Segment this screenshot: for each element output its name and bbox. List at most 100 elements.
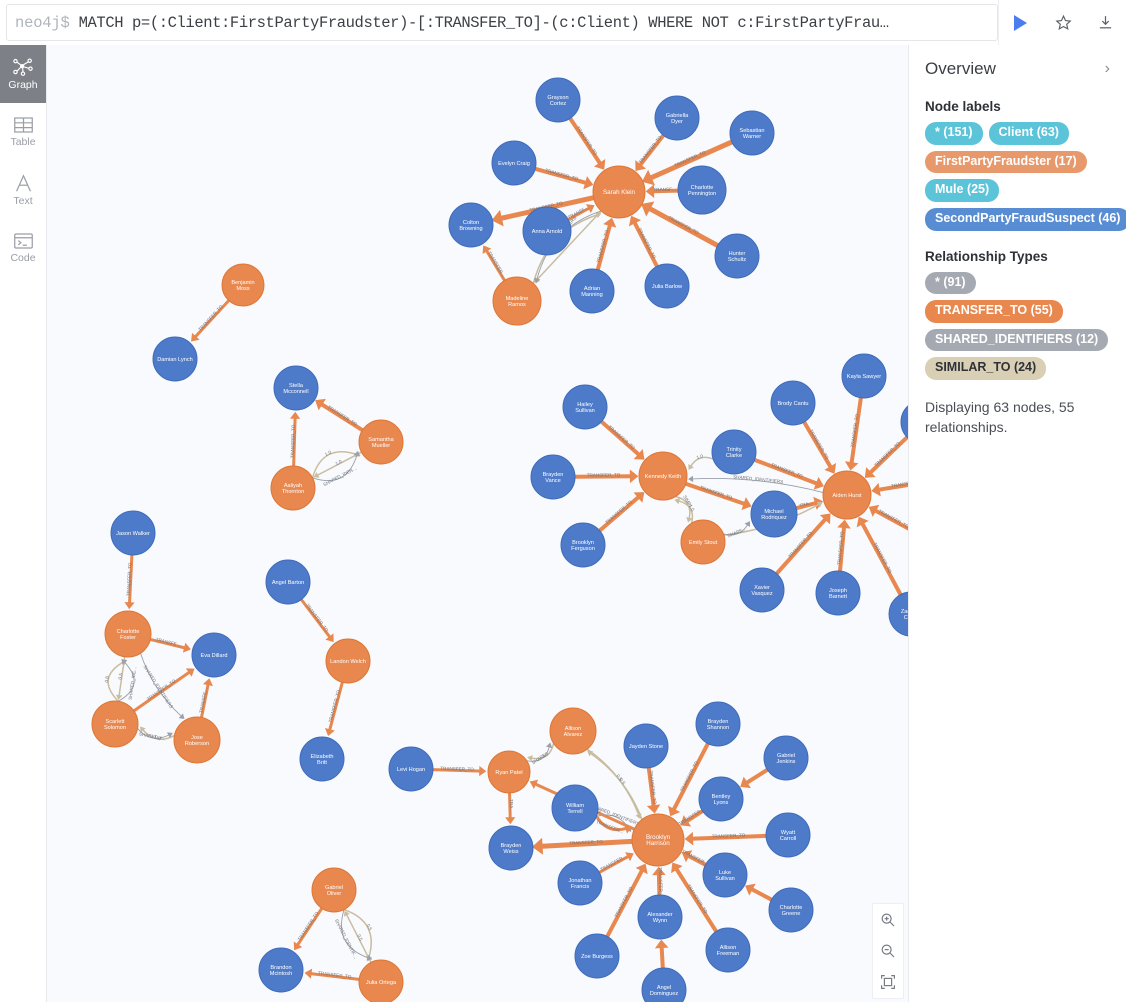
graph-node[interactable]: AdrianManning bbox=[569, 268, 615, 314]
graph-node-label: Ryan Patel bbox=[495, 770, 522, 776]
rel-type-pill-1[interactable]: TRANSFER_TO (55) bbox=[925, 300, 1063, 323]
graph-node[interactable]: AaliyahThornton bbox=[270, 465, 316, 511]
graph-node[interactable]: GabrielJenkins bbox=[763, 735, 809, 781]
download-button[interactable] bbox=[1084, 0, 1126, 45]
graph-node[interactable]: BrandonMcintosh bbox=[258, 947, 304, 993]
graph-node[interactable]: ScarlettSolomon bbox=[91, 700, 139, 748]
edge-label: TRA… bbox=[509, 799, 514, 813]
node-label-pill-3[interactable]: Mule (25) bbox=[925, 179, 1000, 202]
graph-node[interactable]: ElizabethBritt bbox=[299, 736, 345, 782]
rel-type-pill-2[interactable]: SHARED_IDENTIFIERS (12) bbox=[925, 328, 1109, 352]
graph-node-label: Manning bbox=[581, 292, 602, 298]
edge-label: 0.8 bbox=[104, 675, 110, 682]
graph-node[interactable]: Anna Arnold bbox=[522, 206, 572, 256]
graph-node[interactable]: BraydenVance bbox=[530, 454, 576, 500]
zoom-out-button[interactable] bbox=[873, 935, 903, 966]
graph-node[interactable]: Julia Ortega bbox=[358, 959, 404, 1002]
graph-node[interactable]: CharlotteFoster bbox=[104, 610, 152, 658]
rel-type-pill-0[interactable]: * (91) bbox=[925, 271, 976, 295]
graph-node[interactable]: Kayla Sawyer bbox=[841, 353, 887, 399]
graph-node[interactable]: XavierVasquez bbox=[739, 567, 785, 613]
node-label-pill-1[interactable]: Client (63) bbox=[988, 122, 1069, 145]
graph-node[interactable]: Eva Dillard bbox=[191, 632, 237, 678]
graph-edge[interactable] bbox=[744, 768, 769, 786]
node-label-pill-4[interactable]: SecondPartyFraudSuspect (46) bbox=[925, 207, 1126, 231]
graph-edge[interactable] bbox=[689, 456, 714, 468]
graph-node[interactable]: Ryan Patel bbox=[487, 750, 531, 794]
graph-node-label: Julia Barlow bbox=[652, 284, 683, 290]
graph-node[interactable]: GabriellaDyer bbox=[654, 95, 700, 141]
graph-node-label: Sullivan bbox=[575, 408, 595, 414]
node-label-pill-0[interactable]: * (151) bbox=[925, 122, 983, 145]
graph-node[interactable]: ColtonBrowning bbox=[448, 202, 494, 248]
graph-node[interactable]: JosephBarnett bbox=[815, 570, 861, 616]
graph-node[interactable]: Angel Barton bbox=[265, 559, 311, 605]
zoom-in-button[interactable] bbox=[873, 904, 903, 935]
graph-node[interactable]: Jason Walker bbox=[110, 510, 156, 556]
graph-node[interactable]: WyattCarroll bbox=[765, 812, 811, 858]
graph-node[interactable]: BrooklynFerguson bbox=[560, 522, 606, 568]
fit-to-screen-button[interactable] bbox=[873, 967, 903, 998]
graph-node[interactable]: AngelDominguez bbox=[641, 967, 687, 1002]
graph-node[interactable]: Damian Lynch bbox=[152, 336, 198, 382]
graph-node[interactable]: AlexanderWynn bbox=[637, 894, 683, 940]
graph-node[interactable]: Evelyn Craig bbox=[491, 140, 537, 186]
edge-label: TRANSFER_TO bbox=[668, 215, 700, 236]
sidebar-item-table[interactable]: Table bbox=[0, 103, 46, 161]
graph-node[interactable]: BenjaminMoss bbox=[221, 263, 265, 307]
run-query-button[interactable] bbox=[998, 0, 1042, 45]
sidebar-item-graph[interactable]: Graph bbox=[0, 45, 46, 103]
graph-node[interactable]: SamanthaMueller bbox=[358, 419, 404, 465]
edge-label: 0.5 bbox=[117, 672, 123, 679]
graph-node-label: Jayden Stone bbox=[629, 744, 663, 750]
query-input[interactable]: neo4j$ MATCH p=(:Client:FirstPartyFrauds… bbox=[6, 4, 998, 41]
graph-node[interactable]: Jayden Stone bbox=[623, 723, 669, 769]
graph-node[interactable]: Julia Barlow bbox=[644, 263, 690, 309]
graph-visualization[interactable]: TRANSFER_TO TRANSFER_TO TRANSFER_TO TRANSFE… bbox=[47, 45, 908, 1002]
graph-node[interactable]: Landon Welch bbox=[325, 638, 371, 684]
graph-node[interactable]: CharlottePennington bbox=[677, 165, 727, 215]
sidebar-item-text[interactable]: Text bbox=[0, 161, 46, 219]
graph-node[interactable]: LukeSullivan bbox=[702, 852, 748, 898]
graph-node[interactable]: Zoe Burgess bbox=[574, 933, 620, 979]
graph-node[interactable]: JoseRoberson bbox=[173, 716, 221, 764]
node-label-pill-2[interactable]: FirstPartyFraudster (17) bbox=[925, 150, 1087, 174]
graph-node-label: Angel bbox=[657, 985, 671, 991]
sidebar-item-code[interactable]: Code bbox=[0, 219, 46, 277]
rel-type-pill-3[interactable]: SIMILAR_TO (24) bbox=[925, 357, 1047, 380]
graph-edge[interactable] bbox=[749, 886, 773, 902]
graph-node[interactable]: StellaMcconnell bbox=[273, 365, 319, 411]
graph-edge[interactable] bbox=[659, 945, 665, 969]
graph-node[interactable]: GraysonCortez bbox=[535, 77, 581, 123]
sidebar-item-code-label: Code bbox=[10, 252, 36, 265]
graph-node[interactable]: GabrielOliver bbox=[311, 867, 357, 913]
graph-node[interactable]: Emily Stout bbox=[680, 519, 726, 565]
graph-node[interactable]: Kennedy Keith bbox=[638, 451, 688, 501]
graph-node[interactable]: BraydenWeiss bbox=[488, 825, 534, 871]
graph-node[interactable]: HaileySullivan bbox=[562, 384, 608, 430]
graph-node[interactable]: JonathanFrancis bbox=[557, 860, 603, 906]
graph-node[interactable]: MichaelRodriquez bbox=[750, 490, 798, 538]
graph-node[interactable]: SebastianWarner bbox=[729, 110, 775, 156]
graph-node[interactable]: Brody Cantu bbox=[770, 380, 816, 426]
graph-node[interactable]: WilliamTerrell bbox=[551, 784, 599, 832]
edge-label: TRANSFER_TO bbox=[686, 883, 708, 914]
graph-edge[interactable] bbox=[140, 653, 183, 717]
graph-node[interactable]: ZacharyColon bbox=[888, 591, 908, 637]
graph-node[interactable]: BrooklynHarrison bbox=[631, 813, 685, 867]
chevron-right-icon[interactable]: › bbox=[1105, 61, 1110, 77]
graph-node[interactable]: TrinityClarke bbox=[711, 429, 757, 475]
graph-node[interactable]: Aiden Hurst bbox=[822, 470, 872, 520]
graph-canvas[interactable]: TRANSFER_TO TRANSFER_TO TRANSFER_TO TRANSFE… bbox=[47, 45, 908, 1002]
graph-node[interactable]: Sarah Klein bbox=[592, 165, 646, 219]
graph-node[interactable]: HunterSchultz bbox=[714, 233, 760, 279]
favorite-button[interactable] bbox=[1042, 0, 1084, 45]
graph-node[interactable]: Levi Hogan bbox=[388, 746, 434, 792]
graph-node[interactable]: BraydenShannon bbox=[695, 701, 741, 747]
graph-node[interactable]: BentleyLyons bbox=[698, 776, 744, 822]
graph-node[interactable]: AllisonAlvarez bbox=[549, 707, 597, 755]
graph-node[interactable]: CharlotteGreene bbox=[768, 887, 814, 933]
graph-node[interactable]: MadelineRamos bbox=[492, 276, 542, 326]
graph-node-label: Wynn bbox=[653, 918, 667, 924]
graph-node[interactable]: AllisonFreeman bbox=[705, 927, 751, 973]
